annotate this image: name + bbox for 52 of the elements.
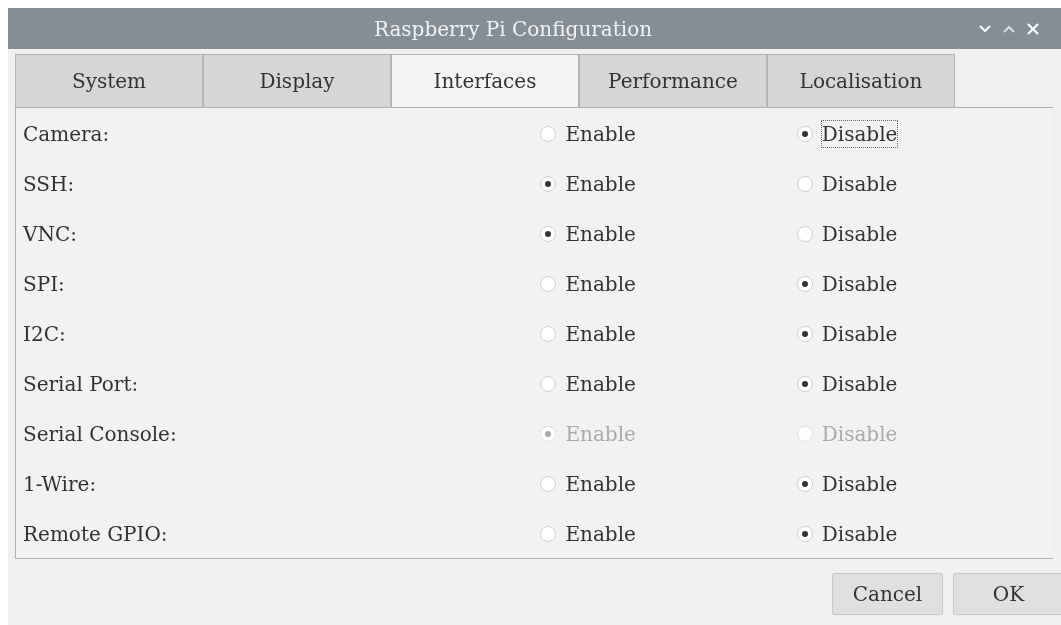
radio-label[interactable]: Disable (821, 371, 898, 397)
radio-button[interactable] (540, 126, 557, 142)
dialog-button[interactable]: OK (953, 573, 1061, 615)
setting-label: 1-Wire: (22, 472, 98, 496)
radio-button[interactable] (540, 376, 557, 392)
radio-button[interactable] (540, 526, 557, 542)
setting-label: SPI: (22, 272, 66, 296)
radio-button[interactable] (540, 476, 557, 492)
radio-label[interactable]: Disable (821, 521, 898, 547)
setting-label: Camera: (22, 122, 111, 146)
tab[interactable]: System (15, 54, 203, 107)
radio-label[interactable]: Enable (565, 121, 636, 147)
maximize-icon[interactable] (1002, 23, 1016, 34)
radio-button[interactable] (540, 326, 557, 342)
radio-label[interactable]: Enable (565, 521, 636, 547)
setting-label: SSH: (22, 172, 76, 196)
radio-button[interactable] (796, 276, 813, 292)
tab[interactable]: Interfaces (391, 54, 579, 107)
radio-button[interactable] (540, 176, 557, 192)
radio-label[interactable]: Enable (565, 171, 636, 197)
tab[interactable]: Display (203, 54, 391, 107)
radio-label[interactable]: Disable (821, 121, 898, 147)
radio-button[interactable] (796, 126, 813, 142)
radio-label[interactable]: Enable (565, 321, 636, 347)
tab[interactable]: Localisation (767, 54, 955, 107)
radio-button[interactable] (796, 526, 813, 542)
close-icon[interactable] (1026, 21, 1040, 36)
radio-label[interactable]: Disable (821, 271, 898, 297)
radio-button[interactable] (796, 326, 813, 342)
radio-label[interactable]: Enable (565, 271, 636, 297)
radio-label[interactable]: Disable (821, 321, 898, 347)
window-title: Raspberry Pi Configuration (372, 16, 654, 41)
radio-label[interactable]: Disable (821, 171, 898, 197)
dialog-button[interactable]: Cancel (832, 573, 943, 615)
radio-label[interactable]: Disable (821, 471, 898, 497)
radio-label[interactable]: Enable (565, 371, 636, 397)
radio-button[interactable] (796, 476, 813, 492)
radio-label[interactable]: Disable (821, 221, 898, 247)
radio-button[interactable] (540, 226, 557, 242)
radio-button[interactable] (540, 276, 557, 292)
setting-label: I2C: (22, 322, 67, 346)
setting-label: VNC: (21, 222, 78, 246)
radio-button[interactable] (796, 376, 813, 392)
setting-label: Remote GPIO: (22, 522, 169, 546)
radio-button[interactable] (796, 226, 813, 242)
radio-label[interactable]: Enable (565, 221, 636, 247)
tab[interactable]: Performance (579, 54, 767, 107)
setting-label: Serial Console: (22, 422, 178, 446)
setting-label: Serial Port: (22, 372, 140, 396)
radio-label[interactable]: Enable (565, 471, 636, 497)
minimize-icon[interactable] (978, 23, 992, 34)
radio-button[interactable] (796, 176, 813, 192)
